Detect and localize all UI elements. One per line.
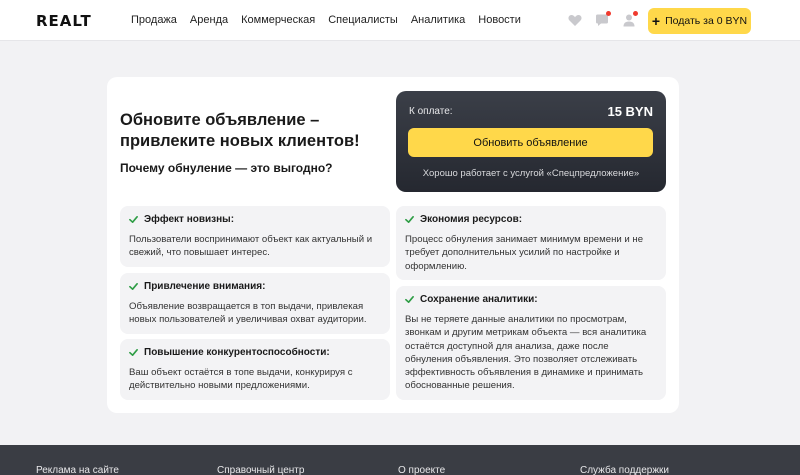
feature-header: Экономия ресурсов: [405,214,522,225]
notification-dot [606,11,611,16]
feature-novelty: Эффект новизны: Пользователи воспринимаю… [120,206,390,267]
feature-competitiveness: Повышение конкурентоспособности: Ваш объ… [120,339,390,400]
page-title: Обновите объявление – привлеките новых к… [120,111,360,150]
feature-title: Эффект новизны: [144,214,235,225]
feature-title: Сохранение аналитики: [420,294,538,305]
payment-amount: 15 BYN [607,104,653,119]
nav-item-sale[interactable]: Продажа [131,14,177,26]
nav-item-news[interactable]: Новости [478,14,521,26]
submit-ad-label: Подать за 0 BYN [665,15,748,27]
feature-header: Эффект новизны: [129,214,234,225]
plus-icon: + [651,13,661,29]
site-logo[interactable]: REALT [36,12,92,30]
footer-link-support[interactable]: Служба поддержки [580,465,669,475]
feature-title: Экономия ресурсов: [420,214,523,225]
main-nav: Продажа Аренда Коммерческая Специалисты … [131,14,521,26]
nav-item-rent[interactable]: Аренда [190,14,228,26]
user-icon[interactable] [621,11,638,28]
footer-link-help-center[interactable]: Справочный центр [217,465,304,475]
check-icon [129,215,138,224]
check-icon [405,295,414,304]
check-icon [129,348,138,357]
check-icon [405,215,414,224]
feature-text: Объявление возвращается в топ выдачи, пр… [129,301,367,326]
renew-ad-button[interactable]: Обновить объявление [408,128,653,157]
top-header: REALT Продажа Аренда Коммерческая Специа… [0,0,800,41]
nav-item-analytics[interactable]: Аналитика [411,14,465,26]
feature-text: Ваш объект остаётся в топе выдачи, конку… [129,367,353,392]
feature-attention: Привлечение внимания: Объявление возвращ… [120,273,390,334]
payment-label: К оплате: [409,106,453,117]
section-subtitle: Почему обнуление — это выгодно? [120,161,333,175]
site-footer: Реклама на сайте Справочный центр О прое… [0,445,800,475]
nav-item-specialists[interactable]: Специалисты [328,14,398,26]
notification-dot [633,11,638,16]
feature-header: Повышение конкурентоспособности: [129,347,330,358]
feature-title: Привлечение внимания: [144,281,266,292]
feature-text: Вы не теряете данные аналитики по просмо… [405,314,647,392]
feature-title: Повышение конкурентоспособности: [144,347,330,358]
feature-header: Сохранение аналитики: [405,294,538,305]
feature-text: Процесс обнуления занимает минимум време… [405,234,644,272]
feature-text: Пользователи воспринимают объект как акт… [129,234,373,259]
feature-analytics: Сохранение аналитики: Вы не теряете данн… [396,286,666,400]
footer-link-about[interactable]: О проекте [398,465,445,475]
payment-note: Хорошо работает с услугой «Спецпредложен… [422,168,640,179]
feature-resource-saving: Экономия ресурсов: Процесс обнуления зан… [396,206,666,280]
chat-icon[interactable] [594,11,611,28]
nav-item-commercial[interactable]: Коммерческая [241,14,315,26]
check-icon [129,282,138,291]
submit-ad-button[interactable]: + Подать за 0 BYN [648,8,751,34]
footer-link-advertising[interactable]: Реклама на сайте [36,465,119,475]
heart-icon[interactable] [567,12,583,28]
feature-header: Привлечение внимания: [129,281,265,292]
payment-panel: К оплате: 15 BYN Обновить объявление Хор… [396,91,666,192]
